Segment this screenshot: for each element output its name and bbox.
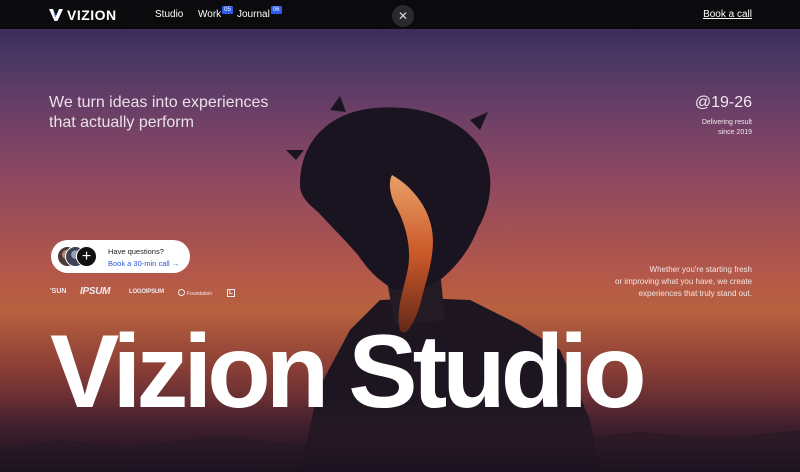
nav-link-label: Work xyxy=(198,9,222,20)
brand-name: VIZION xyxy=(67,7,117,23)
questions-title: Have questions? xyxy=(108,247,164,256)
client-logo: Foundation xyxy=(187,291,213,297)
nav-link-label: Studio xyxy=(155,9,184,20)
close-button[interactable]: ✕ xyxy=(392,5,414,27)
client-logo: IPSUM xyxy=(80,286,111,297)
client-logo: L xyxy=(227,289,235,297)
nav-link-work[interactable]: Work 05 xyxy=(198,6,233,20)
description-line: experiences that truly stand out. xyxy=(638,289,752,298)
hero-tagline: We turn ideas into experiences that actu… xyxy=(49,94,269,131)
years-subtext: Delivering result since 2019 xyxy=(662,118,752,138)
vizion-logo-icon xyxy=(49,9,63,21)
description-line: Whether you're starting fresh xyxy=(649,265,752,274)
count-badge: 05 xyxy=(222,6,233,14)
nav-link-label: Journal xyxy=(237,9,270,20)
client-logo: 'SUN xyxy=(50,288,67,295)
hero-section: VIZION Studio Work 05 Journal 06 ✕ Book a … xyxy=(0,0,800,472)
book-a-call-link[interactable]: Book a call xyxy=(703,9,752,20)
description-line: or improving what you have, we create xyxy=(615,277,752,286)
hero-description: Whether you're starting fresh or improvi… xyxy=(602,264,752,300)
close-icon: ✕ xyxy=(397,9,409,23)
years-subtext-line: since 2019 xyxy=(718,129,752,136)
years-label: @19-26 xyxy=(694,94,752,111)
foundation-logo-icon xyxy=(178,289,185,296)
hero-title: Vizion Studio xyxy=(50,314,647,430)
years-subtext-line: Delivering result xyxy=(701,119,752,126)
questions-card[interactable]: + Have questions? Book a 30-min call → xyxy=(51,240,190,273)
top-nav: VIZION Studio Work 05 Journal 06 ✕ Book a … xyxy=(0,0,800,29)
nav-link-journal[interactable]: Journal 06 xyxy=(237,6,282,20)
brand-logo[interactable]: VIZION xyxy=(49,7,117,23)
plus-icon[interactable]: + xyxy=(76,246,97,267)
client-logo: LOGOIPSUM xyxy=(129,289,164,295)
count-badge: 06 xyxy=(270,6,282,14)
book-30-min-call-link[interactable]: Book a 30-min call → xyxy=(108,259,179,268)
nav-link-studio[interactable]: Studio xyxy=(155,9,183,20)
